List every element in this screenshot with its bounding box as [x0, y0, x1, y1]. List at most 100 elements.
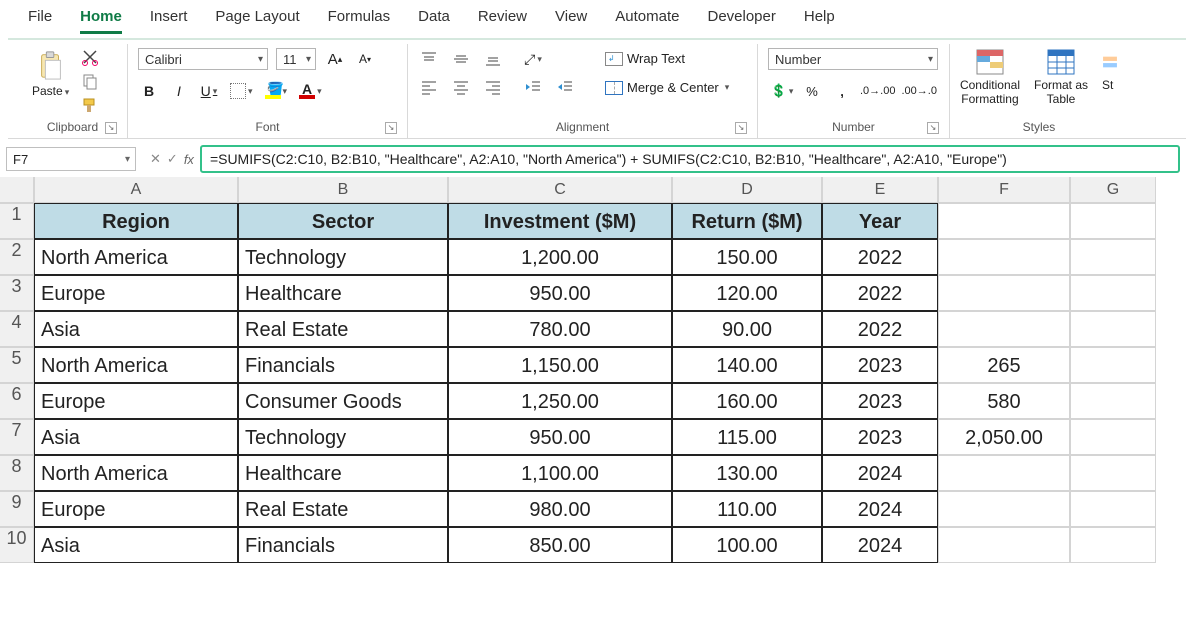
cell-F9[interactable]	[938, 491, 1070, 527]
cell-E4[interactable]: 2022	[822, 311, 938, 347]
align-right-icon[interactable]	[482, 76, 504, 98]
cell-E10[interactable]: 2024	[822, 527, 938, 563]
fill-color-button[interactable]: 🪣▾	[263, 80, 290, 102]
cell-C8[interactable]: 1,100.00	[448, 455, 672, 491]
cell-F1[interactable]	[938, 203, 1070, 239]
cell-A6[interactable]: Europe	[34, 383, 238, 419]
font-size-select[interactable]: 11	[276, 48, 316, 70]
cell-G2[interactable]	[1070, 239, 1156, 275]
cell-E5[interactable]: 2023	[822, 347, 938, 383]
cell-D1[interactable]: Return ($M)	[672, 203, 822, 239]
cell-C3[interactable]: 950.00	[448, 275, 672, 311]
cell-G9[interactable]	[1070, 491, 1156, 527]
row-header-3[interactable]: 3	[0, 275, 34, 311]
paste-button[interactable]: Paste▾	[28, 48, 73, 100]
cell-B5[interactable]: Financials	[238, 347, 448, 383]
cell-F10[interactable]	[938, 527, 1070, 563]
cell-G8[interactable]	[1070, 455, 1156, 491]
cell-F3[interactable]	[938, 275, 1070, 311]
cell-C10[interactable]: 850.00	[448, 527, 672, 563]
select-all-corner[interactable]	[0, 177, 34, 203]
cell-C2[interactable]: 1,200.00	[448, 239, 672, 275]
tab-page-layout[interactable]: Page Layout	[215, 6, 299, 34]
cell-A4[interactable]: Asia	[34, 311, 238, 347]
cell-E8[interactable]: 2024	[822, 455, 938, 491]
increase-font-icon[interactable]: A▴	[324, 48, 346, 70]
column-header-B[interactable]: B	[238, 177, 448, 203]
cell-D10[interactable]: 100.00	[672, 527, 822, 563]
font-color-button[interactable]: A▾	[297, 80, 324, 102]
cell-A8[interactable]: North America	[34, 455, 238, 491]
cell-B1[interactable]: Sector	[238, 203, 448, 239]
font-name-select[interactable]: Calibri	[138, 48, 268, 70]
cell-A7[interactable]: Asia	[34, 419, 238, 455]
column-header-E[interactable]: E	[822, 177, 938, 203]
cell-B9[interactable]: Real Estate	[238, 491, 448, 527]
cell-D3[interactable]: 120.00	[672, 275, 822, 311]
cell-C1[interactable]: Investment ($M)	[448, 203, 672, 239]
cell-F4[interactable]	[938, 311, 1070, 347]
cell-C9[interactable]: 980.00	[448, 491, 672, 527]
number-format-select[interactable]: Number	[768, 48, 938, 70]
tab-data[interactable]: Data	[418, 6, 450, 34]
orientation-icon[interactable]: ⤢▾	[522, 48, 544, 70]
cell-F7[interactable]: 2,050.00	[938, 419, 1070, 455]
cell-C5[interactable]: 1,150.00	[448, 347, 672, 383]
cell-B7[interactable]: Technology	[238, 419, 448, 455]
cell-F2[interactable]	[938, 239, 1070, 275]
row-header-2[interactable]: 2	[0, 239, 34, 275]
row-header-10[interactable]: 10	[0, 527, 34, 563]
tab-file[interactable]: File	[28, 6, 52, 34]
cell-D6[interactable]: 160.00	[672, 383, 822, 419]
row-header-8[interactable]: 8	[0, 455, 34, 491]
cell-E1[interactable]: Year	[822, 203, 938, 239]
cell-C4[interactable]: 780.00	[448, 311, 672, 347]
confirm-formula-icon[interactable]: ✓	[167, 151, 178, 167]
cell-A3[interactable]: Europe	[34, 275, 238, 311]
cell-G6[interactable]	[1070, 383, 1156, 419]
align-middle-icon[interactable]	[450, 48, 472, 70]
tab-help[interactable]: Help	[804, 6, 835, 34]
percent-format-button[interactable]: %	[798, 80, 826, 102]
cell-C6[interactable]: 1,250.00	[448, 383, 672, 419]
row-header-5[interactable]: 5	[0, 347, 34, 383]
cell-A5[interactable]: North America	[34, 347, 238, 383]
cell-C7[interactable]: 950.00	[448, 419, 672, 455]
cell-A2[interactable]: North America	[34, 239, 238, 275]
row-header-9[interactable]: 9	[0, 491, 34, 527]
dialog-launcher-icon[interactable]: ↘	[735, 122, 747, 134]
decrease-font-icon[interactable]: A▾	[354, 48, 376, 70]
decrease-indent-icon[interactable]	[522, 76, 544, 98]
cell-G4[interactable]	[1070, 311, 1156, 347]
borders-button[interactable]: ▾	[228, 80, 255, 102]
cell-F8[interactable]	[938, 455, 1070, 491]
cell-B6[interactable]: Consumer Goods	[238, 383, 448, 419]
tab-developer[interactable]: Developer	[707, 6, 775, 34]
align-top-icon[interactable]	[418, 48, 440, 70]
decrease-decimal-button[interactable]: .00→.0	[899, 80, 938, 102]
align-center-icon[interactable]	[450, 76, 472, 98]
merge-center-button[interactable]: Merge & Center ▾	[600, 77, 734, 98]
cell-F5[interactable]: 265	[938, 347, 1070, 383]
formula-input[interactable]: =SUMIFS(C2:C10, B2:B10, "Healthcare", A2…	[200, 145, 1180, 173]
cell-G10[interactable]	[1070, 527, 1156, 563]
tab-insert[interactable]: Insert	[150, 6, 188, 34]
row-header-7[interactable]: 7	[0, 419, 34, 455]
cut-icon[interactable]	[81, 48, 99, 66]
row-header-6[interactable]: 6	[0, 383, 34, 419]
cell-D4[interactable]: 90.00	[672, 311, 822, 347]
name-box[interactable]: F7	[6, 147, 136, 171]
cell-D7[interactable]: 115.00	[672, 419, 822, 455]
cell-A1[interactable]: Region	[34, 203, 238, 239]
format-as-table-button[interactable]: Format as Table	[1034, 48, 1088, 106]
column-header-F[interactable]: F	[938, 177, 1070, 203]
accounting-format-button[interactable]: 💲▾	[768, 80, 796, 102]
conditional-formatting-button[interactable]: Conditional Formatting	[960, 48, 1020, 106]
cell-B8[interactable]: Healthcare	[238, 455, 448, 491]
tab-automate[interactable]: Automate	[615, 6, 679, 34]
cell-D8[interactable]: 130.00	[672, 455, 822, 491]
cell-G7[interactable]	[1070, 419, 1156, 455]
column-header-D[interactable]: D	[672, 177, 822, 203]
cell-G5[interactable]	[1070, 347, 1156, 383]
dialog-launcher-icon[interactable]: ↘	[385, 122, 397, 134]
